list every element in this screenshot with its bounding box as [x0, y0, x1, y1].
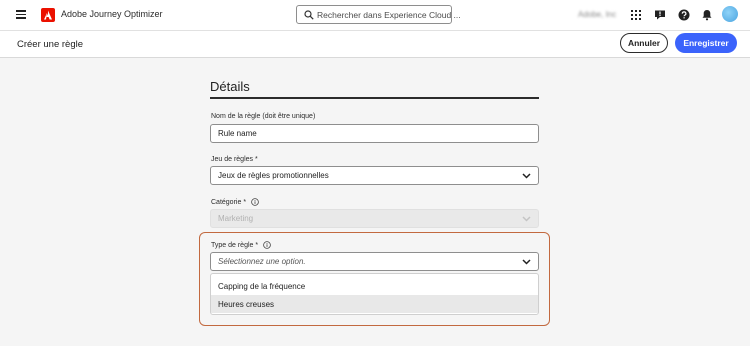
rule-set-label: Jeu de règles *: [211, 156, 258, 163]
search-icon: [304, 10, 314, 20]
rule-set-dropdown[interactable]: Jeux de règles promotionnelles: [210, 166, 539, 185]
rule-name-value: Rule name: [218, 129, 257, 138]
chevron-down-icon: [522, 259, 531, 265]
info-icon[interactable]: [251, 198, 259, 206]
rule-set-label-text: Jeu de règles: [211, 156, 254, 163]
rule-type-label-text: Type de règle: [211, 241, 254, 249]
category-label-text: Catégorie: [211, 198, 242, 206]
section-divider: [210, 97, 539, 99]
rule-type-options-menu: Capping de la fréquence Heures creuses: [210, 273, 539, 315]
required-marker: *: [254, 156, 258, 163]
rule-set-value: Jeux de règles promotionnelles: [218, 171, 329, 180]
apps-grid-icon[interactable]: [630, 9, 642, 21]
rule-type-label: Type de règle *: [211, 241, 271, 249]
page-title: Créer une règle: [17, 39, 84, 50]
adobe-logo-icon: [41, 8, 55, 22]
menu-hamburger-icon[interactable]: [16, 10, 26, 19]
required-marker: *: [255, 241, 259, 249]
chevron-down-icon: [522, 173, 531, 179]
search-input[interactable]: Rechercher dans Experience Cloud ...: [296, 5, 461, 24]
notifications-bell-icon[interactable]: [701, 9, 713, 21]
page-header: Créer une règle Annuler Enregistrer: [0, 31, 750, 58]
search-placeholder: Rechercher dans Experience Cloud ...: [317, 10, 461, 20]
menu-item-quiet-hours[interactable]: Heures creuses: [211, 295, 538, 313]
rule-type-dropdown[interactable]: Sélectionnez une option.: [210, 252, 539, 271]
user-avatar[interactable]: [722, 6, 738, 22]
required-marker: *: [243, 198, 247, 206]
app-title: Adobe Journey Optimizer: [61, 9, 163, 19]
info-icon[interactable]: [263, 241, 271, 249]
menu-item-frequency-capping[interactable]: Capping de la fréquence: [211, 277, 538, 295]
rule-type-placeholder: Sélectionnez une option.: [218, 257, 306, 266]
chevron-down-icon: [522, 216, 531, 222]
rule-name-field[interactable]: Rule name: [210, 124, 539, 143]
org-name[interactable]: Adobe, Inc: [578, 10, 616, 19]
cancel-button[interactable]: Annuler: [620, 33, 668, 53]
rule-name-label: Nom de la règle (doit être unique): [211, 113, 316, 120]
category-dropdown: Marketing: [210, 209, 539, 228]
category-label: Catégorie *: [211, 198, 259, 206]
feedback-icon[interactable]: [654, 9, 666, 21]
section-title: Détails: [210, 79, 250, 94]
category-value: Marketing: [218, 214, 254, 223]
top-app-bar: Adobe Journey Optimizer Rechercher dans …: [0, 0, 750, 31]
help-icon[interactable]: [678, 9, 690, 21]
save-button[interactable]: Enregistrer: [675, 33, 737, 53]
